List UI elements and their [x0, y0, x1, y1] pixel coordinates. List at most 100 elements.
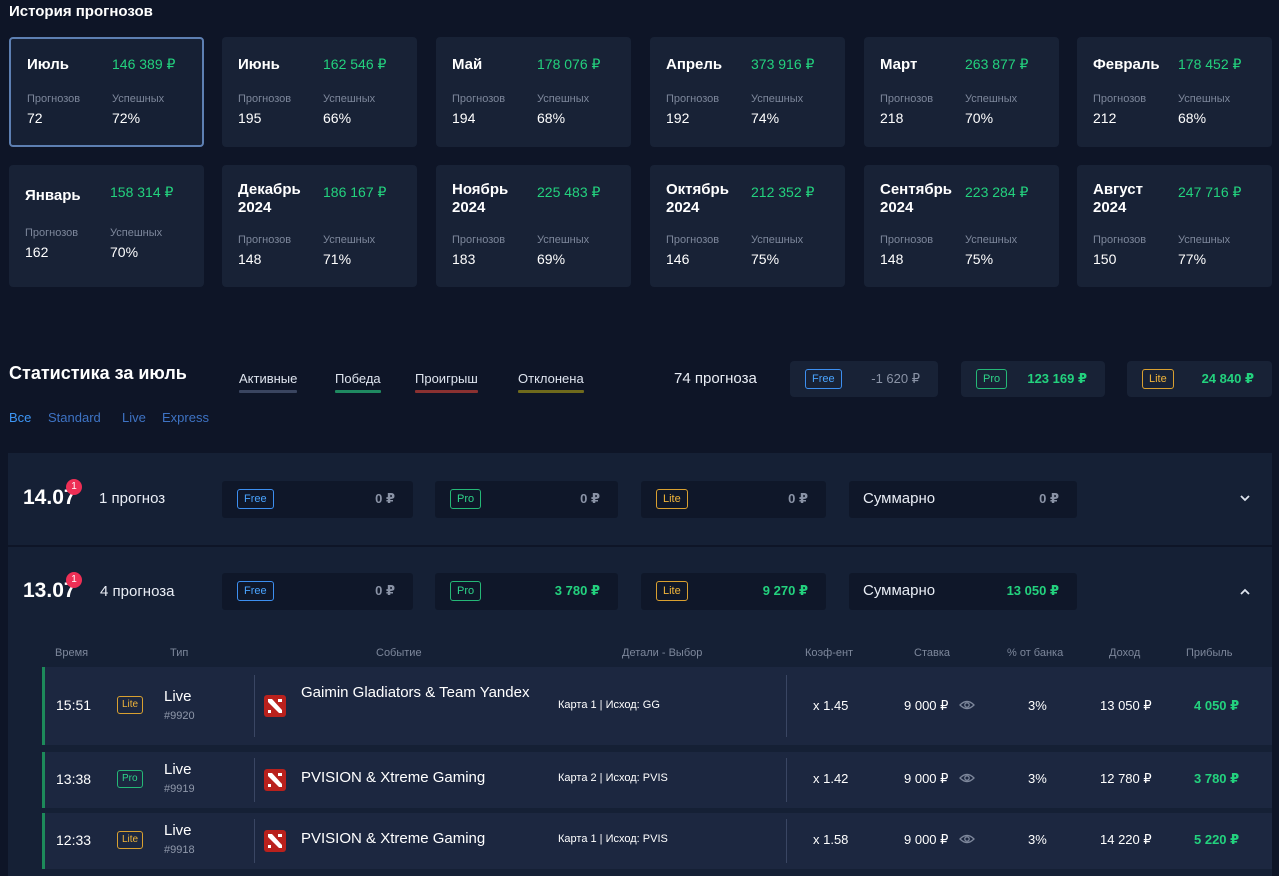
sum-label: Суммарно: [863, 582, 936, 599]
notification-badge: 1: [66, 572, 82, 588]
day-pro-value: 0 ₽: [580, 491, 600, 506]
row-event: PVISION & Xtreme Gaming: [301, 830, 486, 847]
forecasts-label: Прогнозов: [880, 93, 934, 105]
success-label: Успешных: [751, 93, 804, 105]
row-koef: x 1.45: [813, 698, 849, 713]
day-lite-box: Lite 0 ₽: [641, 481, 826, 518]
day-forecast-count: 4 прогноза: [100, 583, 175, 600]
filter-win[interactable]: Победа: [335, 371, 381, 393]
filter-declined[interactable]: Отклонена: [518, 371, 584, 393]
month-card[interactable]: Декабрь 2024 186 167 ₽ Прогнозов Успешных 14…: [222, 165, 417, 287]
forecasts-label: Прогнозов: [1093, 234, 1147, 246]
th-koef: Коэф-ент: [805, 647, 854, 659]
success-value: 69%: [537, 251, 566, 267]
month-amount: 146 389 ₽: [112, 56, 176, 72]
status-bar: [42, 813, 45, 869]
table-row[interactable]: 15:51 Lite Live #9920 Gaimin Gladiators …: [42, 667, 1272, 745]
success-label: Успешных: [965, 93, 1018, 105]
success-value: 77%: [1178, 251, 1207, 267]
sum-label: Суммарно: [863, 490, 936, 507]
day-panel[interactable]: 14.07 1 1 прогноз Free 0 ₽ Pro 0 ₽ Lite …: [8, 453, 1272, 545]
month-amount: 186 167 ₽: [323, 184, 387, 200]
month-name: Февраль: [1093, 56, 1160, 73]
day-free-box: Free 0 ₽: [222, 573, 413, 610]
success-value: 75%: [965, 251, 994, 267]
month-name: Март: [880, 56, 918, 73]
month-card[interactable]: Август 2024 247 716 ₽ Прогнозов Успешных 150…: [1077, 165, 1272, 287]
day-lite-box: Lite 9 270 ₽: [641, 573, 826, 610]
stats-title: Статистика за июль: [9, 363, 187, 383]
filter-loss[interactable]: Проигрыш: [415, 371, 478, 393]
pro-badge: Pro: [450, 581, 482, 601]
row-bank-pct: 3%: [1028, 771, 1047, 786]
month-amount: 223 284 ₽: [965, 184, 1029, 200]
success-label: Успешных: [537, 234, 590, 246]
forecasts-value: 148: [880, 251, 904, 267]
row-type: Live: [164, 761, 192, 778]
table-row[interactable]: 13:38 Pro Live #9919 PVISION & Xtreme Ga…: [42, 752, 1272, 808]
success-label: Успешных: [537, 93, 590, 105]
month-amount: 225 483 ₽: [537, 184, 601, 200]
month-amount: 162 546 ₽: [323, 56, 387, 72]
forecasts-value: 212: [1093, 110, 1117, 126]
month-card[interactable]: Октябрь 2024 212 352 ₽ Прогнозов Успешных 14…: [650, 165, 845, 287]
row-divider: [786, 819, 787, 863]
summary-free-value: -1 620 ₽: [871, 371, 920, 386]
day-free-value: 0 ₽: [375, 583, 395, 598]
month-card[interactable]: Апрель 373 916 ₽ Прогнозов Успешных 192 74%: [650, 37, 845, 147]
th-stake: Ставка: [914, 647, 950, 659]
day-lite-value: 0 ₽: [788, 491, 808, 506]
summary-lite-value: 24 840 ₽: [1201, 371, 1254, 386]
forecasts-label: Прогнозов: [238, 93, 292, 105]
forecasts-value: 148: [238, 251, 262, 267]
lite-badge: Lite: [656, 581, 688, 601]
month-name: Июнь: [238, 56, 280, 73]
month-card[interactable]: Январь 158 314 ₽ Прогнозов Успешных 162 70%: [9, 165, 204, 287]
filter-underline: [239, 390, 298, 393]
dota2-icon: [264, 695, 286, 717]
th-income: Доход: [1109, 647, 1141, 659]
subtab-all[interactable]: Все: [9, 410, 31, 425]
success-label: Успешных: [323, 234, 376, 246]
th-profit: Прибыль: [1186, 647, 1233, 659]
month-card[interactable]: Февраль 178 452 ₽ Прогнозов Успешных 212 68%: [1077, 37, 1272, 147]
forecasts-label: Прогнозов: [238, 234, 292, 246]
row-event: PVISION & Xtreme Gaming: [301, 769, 486, 786]
month-name: Сентябрь 2024: [880, 181, 952, 216]
success-value: 70%: [110, 244, 139, 260]
month-card[interactable]: Июль 146 389 ₽ Прогнозов Успешных 72 72%: [9, 37, 204, 147]
filter-label: Отклонена: [518, 371, 584, 386]
day-sum-value: 0 ₽: [1039, 491, 1059, 506]
subtab-standard[interactable]: Standard: [48, 410, 101, 425]
day-sum-box: Суммарно 0 ₽: [849, 481, 1077, 518]
month-card[interactable]: Сентябрь 2024 223 284 ₽ Прогнозов Успешных 1…: [864, 165, 1059, 287]
forecasts-value: 192: [666, 110, 690, 126]
forecasts-label: Прогнозов: [880, 234, 934, 246]
row-divider: [786, 675, 787, 737]
subtab-live[interactable]: Live: [122, 410, 146, 425]
row-profit: 5 220 ₽: [1194, 832, 1240, 847]
status-bar: [42, 667, 45, 745]
month-card[interactable]: Май 178 076 ₽ Прогнозов Успешных 194 68%: [436, 37, 631, 147]
month-card[interactable]: Июнь 162 546 ₽ Прогнозов Успешных 195 66%: [222, 37, 417, 147]
lite-badge: Lite: [117, 696, 144, 714]
eye-icon[interactable]: [959, 699, 975, 711]
chevron-down-icon[interactable]: [1240, 493, 1250, 503]
chevron-up-icon[interactable]: [1240, 587, 1250, 597]
eye-icon[interactable]: [959, 772, 975, 784]
success-label: Успешных: [1178, 234, 1231, 246]
success-value: 74%: [751, 110, 780, 126]
row-id: #9920: [164, 710, 195, 722]
table-row[interactable]: 12:33 Lite Live #9918 PVISION & Xtreme G…: [42, 813, 1272, 869]
filter-active[interactable]: Активные: [239, 371, 298, 393]
month-card[interactable]: Ноябрь 2024 225 483 ₽ Прогнозов Успешных 183…: [436, 165, 631, 287]
month-amount: 373 916 ₽: [751, 56, 815, 72]
row-stake: 9 000 ₽: [904, 771, 949, 786]
eye-icon[interactable]: [959, 833, 975, 845]
forecasts-value: 194: [452, 110, 476, 126]
month-card[interactable]: Март 263 877 ₽ Прогнозов Успешных 218 70%: [864, 37, 1059, 147]
filter-underline: [415, 390, 478, 393]
pro-badge: Pro: [450, 489, 482, 509]
status-bar: [42, 752, 45, 808]
subtab-express[interactable]: Express: [162, 410, 209, 425]
